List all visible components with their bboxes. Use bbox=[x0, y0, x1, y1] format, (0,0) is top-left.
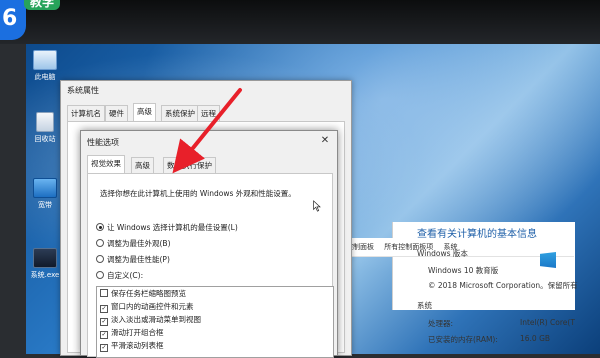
red-annotation-arrow bbox=[172, 88, 242, 174]
